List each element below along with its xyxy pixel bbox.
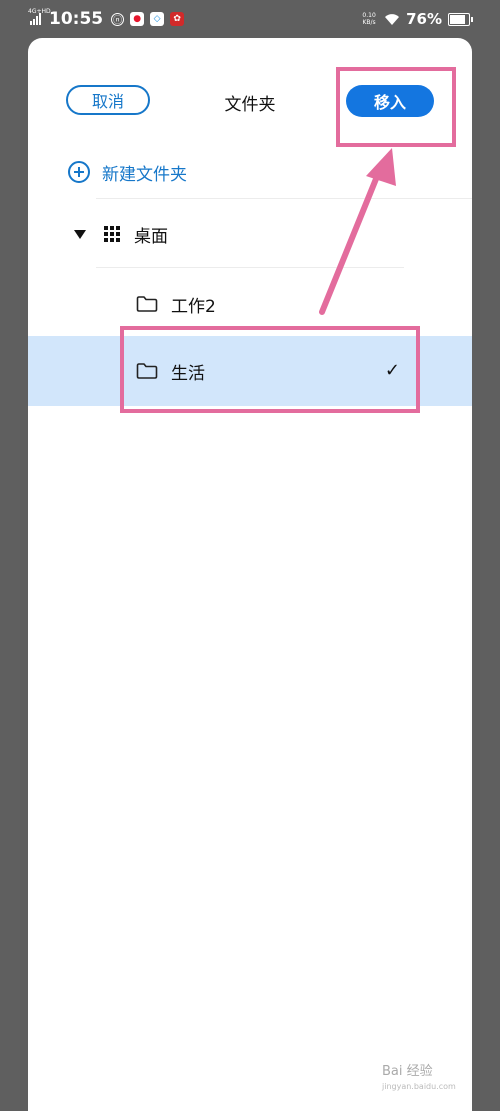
watermark-url: jingyan.baidu.com (382, 1082, 456, 1091)
watermark: Bai 经验 (382, 1064, 433, 1079)
annotation-arrow (319, 148, 396, 315)
